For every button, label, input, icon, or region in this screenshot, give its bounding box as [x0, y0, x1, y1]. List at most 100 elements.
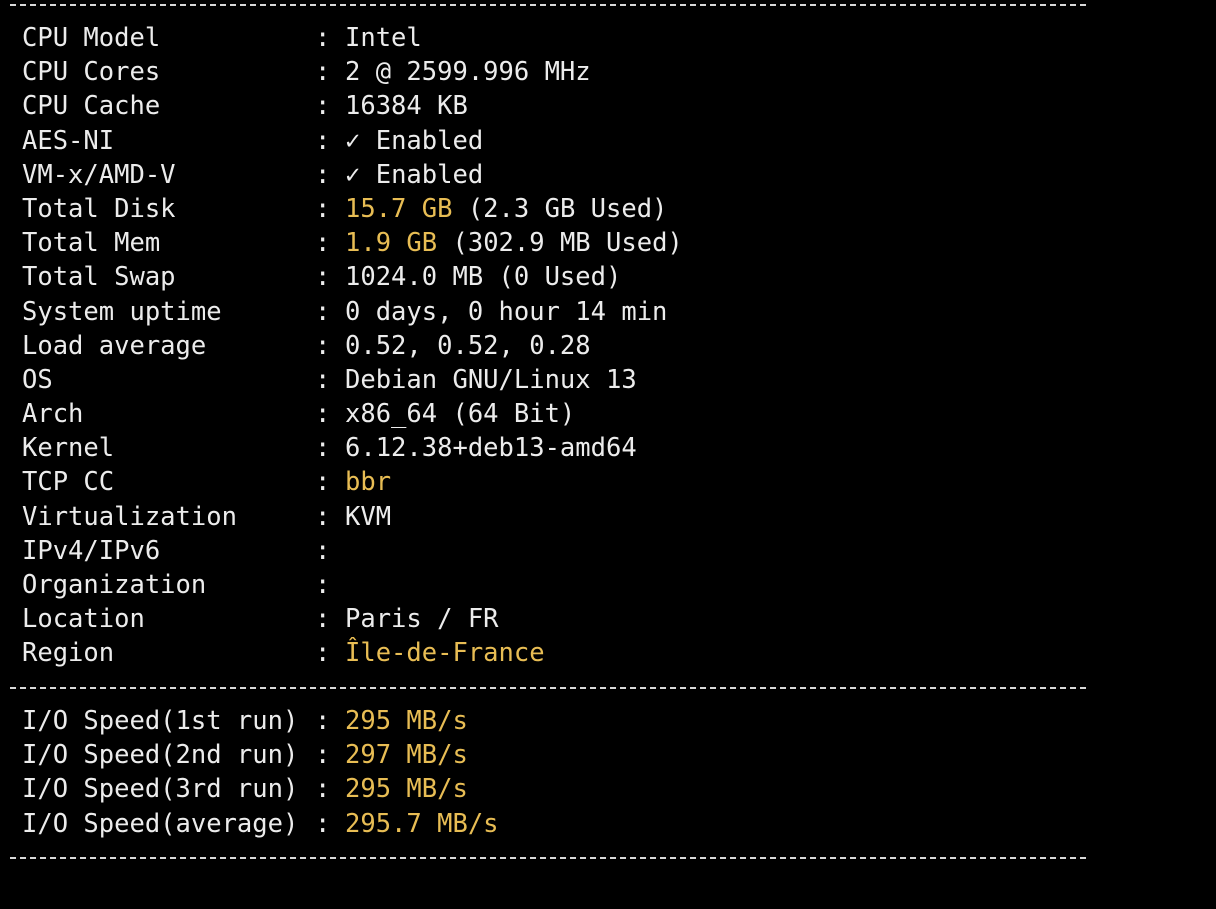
row-key: Load average: [22, 330, 207, 361]
row-total-mem: Total Mem:1.9 GB (302.9 MB Used): [22, 226, 683, 260]
row-value: Intel: [345, 23, 422, 53]
row-value: Île-de-France: [345, 638, 545, 669]
row-key: Location: [22, 604, 145, 635]
row-cpu-cache: CPU Cache:16384 KB: [22, 89, 468, 123]
row-tcp-cc: TCP CC: bbr: [22, 465, 391, 499]
row-key: Region: [22, 638, 115, 669]
row-value: 15.7 GB (2.3 GB Used): [345, 192, 667, 226]
row-value: 295 MB/s: [345, 774, 468, 805]
row-region: Region: Île-de-France: [22, 636, 545, 670]
row-key: CPU Cores: [22, 57, 161, 88]
row-aes-ni: AES-NI: ✓ Enabled: [22, 124, 483, 158]
row-value: 295.7 MB/s: [345, 808, 499, 839]
row-value: KVM: [345, 501, 392, 532]
separator-bottom: [10, 857, 1086, 859]
row-colon: :: [315, 638, 331, 669]
detail-value: (2.3 GB Used): [467, 193, 668, 224]
row-key: I/O Speed(2nd run): [22, 740, 299, 771]
row-io-speed-1st: I/O Speed(1st run):295 MB/s: [22, 704, 468, 738]
status-text: Enabled: [375, 159, 484, 190]
row-os: OS: Debian GNU/Linux 13: [22, 363, 637, 397]
row-colon: :: [315, 808, 331, 839]
row-colon: :: [315, 330, 331, 361]
row-value: 1.9 GB (302.9 MB Used): [345, 226, 683, 260]
terminal-output: CPU Model: Intel CPU Cores:2 @ 2599.996 M…: [0, 0, 1216, 864]
row-arch: Arch: x86_64 (64 Bit): [22, 397, 575, 431]
row-colon: :: [315, 433, 331, 464]
row-colon: :: [315, 159, 331, 190]
row-key: IPv4/IPv6: [22, 535, 161, 566]
row-colon: :: [315, 193, 331, 224]
row-virtualization: Virtualization: KVM: [22, 500, 391, 534]
row-system-uptime: System uptime:0 days, 0 hour 14 min: [22, 295, 667, 329]
row-cpu-cores: CPU Cores:2 @ 2599.996 MHz: [22, 55, 591, 89]
row-colon: :: [315, 125, 331, 156]
row-colon: :: [315, 706, 331, 736]
row-ipv4-ipv6: IPv4/IPv6:: [22, 534, 330, 568]
row-value: 2 @ 2599.996 MHz: [345, 57, 591, 88]
row-colon: :: [315, 774, 331, 805]
row-value: 0.52, 0.52, 0.28: [345, 330, 591, 361]
row-colon: :: [315, 570, 331, 600]
row-value: 297 MB/s: [345, 740, 468, 771]
row-value: ✓ Enabled: [345, 158, 483, 192]
row-colon: :: [315, 467, 331, 498]
row-colon: :: [315, 399, 331, 430]
row-colon: :: [315, 23, 331, 53]
row-organization: Organization:: [22, 568, 330, 602]
row-value: Debian GNU/Linux 13: [345, 364, 637, 395]
row-key: Total Disk: [22, 193, 176, 224]
row-value: bbr: [345, 467, 392, 498]
row-colon: :: [315, 535, 331, 566]
row-colon: :: [315, 604, 331, 635]
row-colon: :: [315, 91, 331, 122]
row-load-average: Load average:0.52, 0.52, 0.28: [22, 329, 591, 363]
row-key: Virtualization: [22, 501, 237, 532]
row-colon: :: [315, 740, 331, 771]
row-key: System uptime: [22, 296, 222, 327]
row-cpu-model: CPU Model: Intel: [22, 21, 422, 55]
status-text: Enabled: [375, 125, 484, 156]
row-key: AES-NI: [22, 125, 115, 156]
row-key: VM-x/AMD-V: [22, 159, 176, 190]
row-colon: :: [315, 364, 331, 395]
row-total-swap: Total Swap:1024.0 MB (0 Used): [22, 260, 621, 294]
row-total-disk: Total Disk:15.7 GB (2.3 GB Used): [22, 192, 667, 226]
row-value: ✓ Enabled: [345, 124, 483, 158]
row-key: I/O Speed(average): [22, 808, 299, 839]
row-colon: :: [315, 501, 331, 532]
row-key: CPU Model: [22, 23, 161, 53]
row-kernel: Kernel:6.12.38+deb13-amd64: [22, 431, 637, 465]
row-colon: :: [315, 262, 331, 293]
checkmark-icon: ✓: [345, 159, 361, 190]
separator-middle: [10, 687, 1086, 689]
highlight-value: 1.9 GB: [345, 228, 438, 259]
row-key: Total Mem: [22, 228, 161, 259]
row-colon: :: [315, 228, 331, 259]
row-key: Organization: [22, 570, 207, 600]
row-value: 0 days, 0 hour 14 min: [345, 296, 668, 327]
row-value: 1024.0 MB (0 Used): [345, 262, 622, 293]
detail-value: (302.9 MB Used): [452, 228, 683, 259]
io-speed-block: I/O Speed(1st run):295 MB/s I/O Speed(2n…: [22, 704, 499, 841]
row-key: Arch: [22, 399, 84, 430]
row-key: I/O Speed(1st run): [22, 706, 299, 736]
row-value: Paris / FR: [345, 604, 499, 635]
row-location: Location: Paris / FR: [22, 602, 499, 636]
row-key: I/O Speed(3rd run): [22, 774, 299, 805]
row-key: CPU Cache: [22, 91, 161, 122]
system-info-block: CPU Model: Intel CPU Cores:2 @ 2599.996 M…: [22, 21, 683, 671]
row-value: x86_64 (64 Bit): [345, 399, 576, 430]
row-vm-x-amd-v: VM-x/AMD-V: ✓ Enabled: [22, 158, 483, 192]
row-io-speed-average: I/O Speed(average):295.7 MB/s: [22, 807, 499, 841]
row-key: OS: [22, 364, 53, 395]
row-colon: :: [315, 296, 331, 327]
row-colon: :: [315, 57, 331, 88]
row-value: 6.12.38+deb13-amd64: [345, 433, 637, 464]
row-key: TCP CC: [22, 467, 115, 498]
row-value: 295 MB/s: [345, 706, 468, 736]
checkmark-icon: ✓: [345, 125, 361, 156]
row-value: 16384 KB: [345, 91, 468, 122]
separator-top: [10, 4, 1086, 6]
row-key: Total Swap: [22, 262, 176, 293]
